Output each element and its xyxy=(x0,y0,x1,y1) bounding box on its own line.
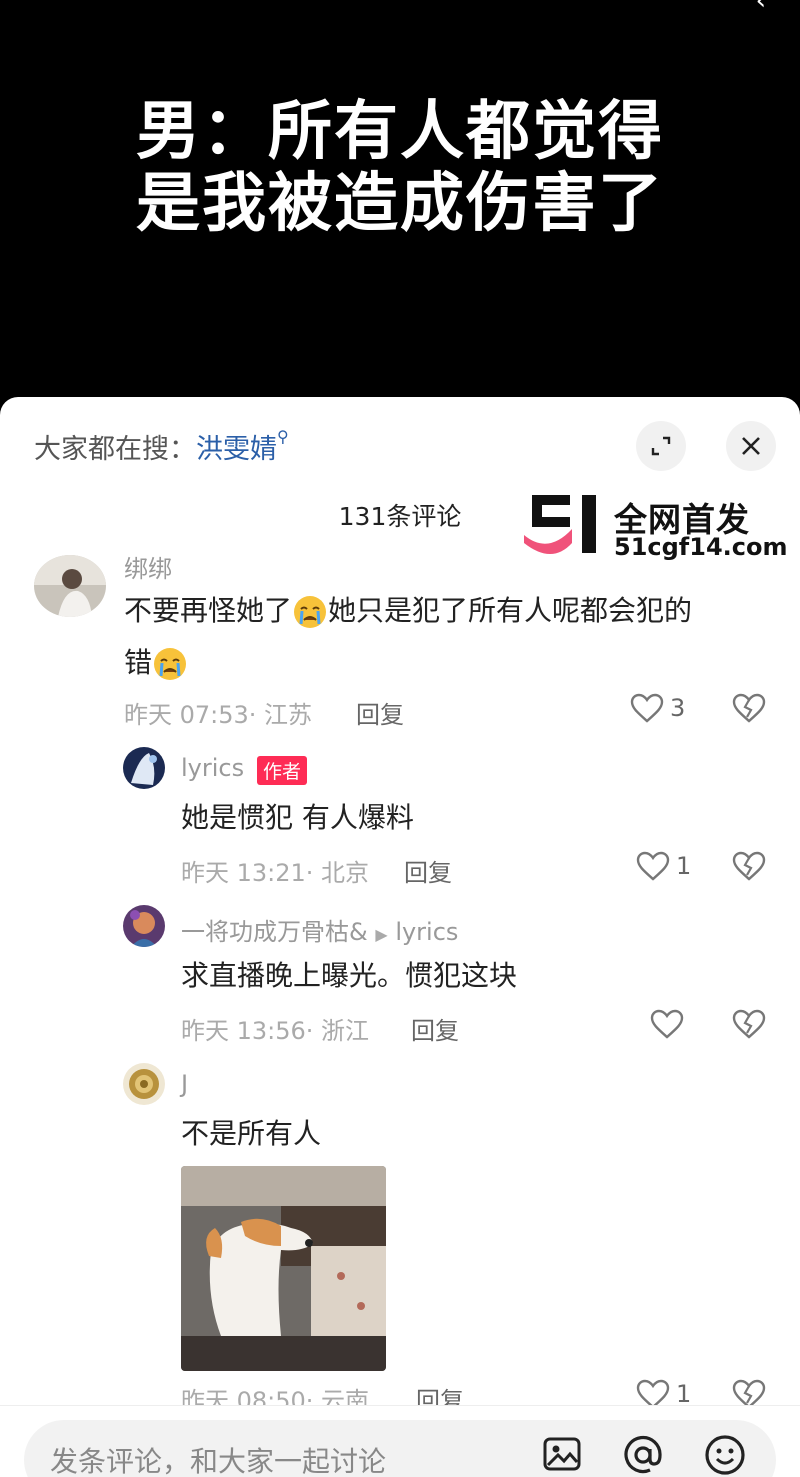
reply-username-text: 一将功成万骨枯& xyxy=(181,918,368,946)
like-count: 1 xyxy=(676,852,692,880)
close-button[interactable] xyxy=(726,421,776,471)
reply-meta: 昨天 13:56· 浙江 xyxy=(181,1011,369,1046)
crying-emoji-icon xyxy=(154,648,187,680)
dislike-button[interactable] xyxy=(732,693,766,727)
reply-location: · 北京 xyxy=(305,859,370,887)
trending-search-prefix: 大家都在搜： xyxy=(34,434,196,465)
reply-text: 不是所有人 xyxy=(181,1117,322,1150)
comment-text-part: 她只是犯了所有人呢都会犯的 xyxy=(328,594,693,627)
dislike-button[interactable] xyxy=(732,851,766,885)
reply-button[interactable]: 回复 xyxy=(404,853,452,888)
mention-button[interactable] xyxy=(622,1434,664,1477)
comment-username[interactable]: 绑绑 xyxy=(124,549,172,584)
comment-input[interactable]: 发条评论，和大家一起讨论 xyxy=(24,1420,776,1477)
reply-time: 昨天 13:21 xyxy=(181,859,306,887)
broken-heart-icon xyxy=(732,851,766,881)
comment-meta: 昨天 07:53· 江苏 xyxy=(124,695,312,730)
search-icon: ⚲ xyxy=(277,427,289,446)
crying-emoji-icon xyxy=(294,596,327,628)
video-caption-line-2: 是我被造成伤害了 xyxy=(136,167,664,241)
comment-location: · 江苏 xyxy=(248,701,313,729)
heart-icon xyxy=(636,851,670,881)
heart-icon xyxy=(650,1009,684,1039)
expand-button[interactable] xyxy=(636,421,686,471)
reply-time: 昨天 13:56 xyxy=(181,1017,306,1045)
watermark-url: 51cgf14.com xyxy=(614,533,788,561)
broken-heart-icon xyxy=(732,693,766,723)
watermark-logo xyxy=(524,495,596,554)
reply-text: 她是惯犯 有人爆料 xyxy=(181,801,414,834)
video-caption: 男：所有人都觉得 是我被造成伤害了 xyxy=(0,96,800,240)
chevron-icon[interactable]: ‹ xyxy=(756,0,766,16)
reply-gif-image[interactable] xyxy=(181,1166,386,1371)
image-button[interactable] xyxy=(542,1434,582,1477)
comment-input-bar: 发条评论，和大家一起讨论 xyxy=(0,1405,800,1477)
comment-text-part: 不要再怪她了 xyxy=(124,594,293,627)
comments-sheet: 大家都在搜：洪雯婧⚲ 131条评论 全网首发 51cgf14.com 绑绑 不要… xyxy=(0,397,800,1477)
close-icon xyxy=(742,437,760,455)
reply-username[interactable]: 一将功成万骨枯& ▶ lyrics xyxy=(181,912,458,947)
avatar[interactable] xyxy=(123,747,165,789)
reply-location: · 浙江 xyxy=(305,1017,370,1045)
comment-time: 昨天 07:53 xyxy=(124,701,249,729)
reply-username[interactable]: lyrics xyxy=(181,754,244,782)
like-button[interactable]: 1 xyxy=(636,851,691,881)
smile-icon xyxy=(705,1435,745,1475)
heart-icon xyxy=(630,693,664,723)
expand-icon xyxy=(651,436,671,456)
image-icon xyxy=(543,1437,581,1471)
trending-search-term[interactable]: 洪雯婧 xyxy=(196,434,277,465)
at-icon xyxy=(624,1435,662,1474)
author-badge: 作者 xyxy=(257,756,308,785)
reply-text: 求直播晚上曝光。惯犯这块 xyxy=(181,959,518,992)
comment-text-line-2: 错 xyxy=(124,637,188,689)
comment-text: 不要再怪她了 她只是犯了所有人呢都会犯的 xyxy=(124,585,692,637)
dislike-button[interactable] xyxy=(732,1009,766,1043)
watermark: 全网首发 51cgf14.com xyxy=(522,493,792,565)
broken-heart-icon xyxy=(732,1009,766,1039)
emoji-button[interactable] xyxy=(704,1434,746,1477)
like-button[interactable]: 3 xyxy=(630,693,685,723)
like-count: 1 xyxy=(676,1380,692,1408)
reply-username[interactable]: J xyxy=(181,1070,188,1098)
video-area[interactable]: ‹ 男：所有人都觉得 是我被造成伤害了 xyxy=(0,0,800,420)
avatar[interactable] xyxy=(123,1063,165,1105)
like-button[interactable] xyxy=(650,1009,690,1039)
trending-search[interactable]: 大家都在搜：洪雯婧⚲ xyxy=(34,427,289,466)
reply-button[interactable]: 回复 xyxy=(411,1011,459,1046)
avatar[interactable] xyxy=(123,905,165,947)
reply-button[interactable]: 回复 xyxy=(356,695,404,730)
play-arrow-icon: ▶ xyxy=(375,925,388,944)
reply-to-username[interactable]: lyrics xyxy=(395,918,458,946)
video-caption-line-1: 男：所有人都觉得 xyxy=(136,95,664,169)
comment-input-placeholder: 发条评论，和大家一起讨论 xyxy=(50,1445,387,1477)
reply-meta: 昨天 13:21· 北京 xyxy=(181,853,369,888)
like-count: 3 xyxy=(670,694,686,722)
comment-text-part: 错 xyxy=(124,646,153,679)
avatar[interactable] xyxy=(34,555,106,617)
